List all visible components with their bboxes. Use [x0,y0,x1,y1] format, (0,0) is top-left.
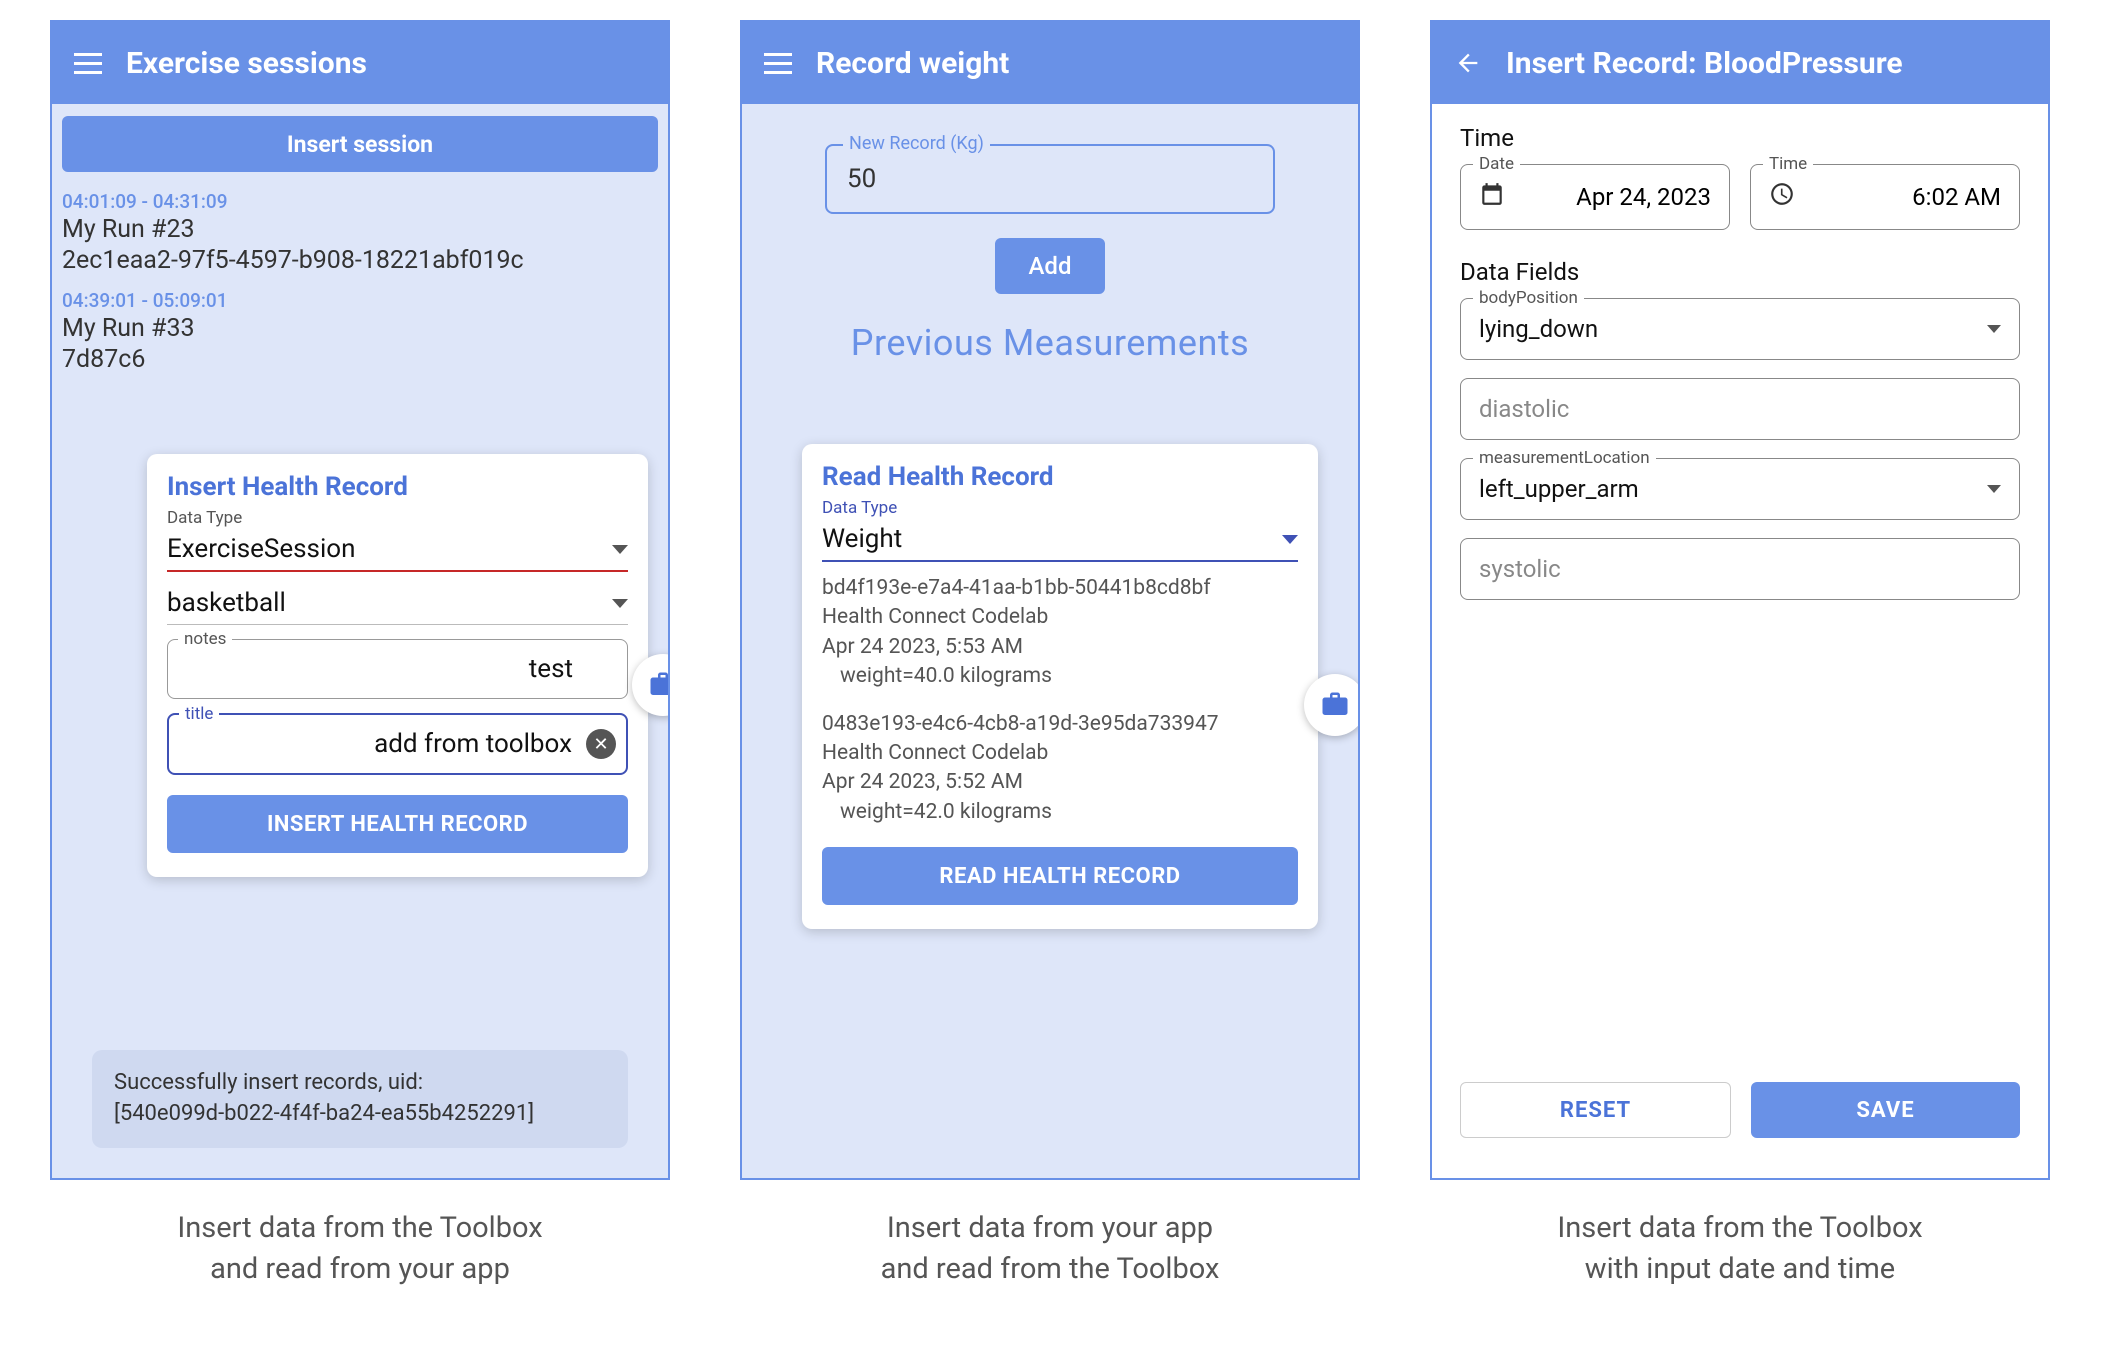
data-type-select[interactable]: ExerciseSession [167,530,628,572]
data-type-label: Data Type [822,498,1298,518]
caption-2: Insert data from your app and read from … [881,1208,1220,1289]
appbar-title: Exercise sessions [126,46,367,81]
previous-measurements-title: Previous Measurements [851,322,1249,364]
session-uid: 7d87c6 [62,345,658,374]
record-block: 0483e193-e4c6-4cb8-a19d-3e95da733947 Hea… [822,710,1298,828]
new-record-field[interactable]: New Record (Kg) 50 [825,144,1275,214]
session-item[interactable]: 04:01:09 - 04:31:09 My Run #23 2ec1eaa2-… [62,190,658,275]
notes-field[interactable]: notes test [167,639,628,699]
exercise-type-value: basketball [167,588,286,618]
data-type-select[interactable]: Weight [822,520,1298,562]
new-record-value: 50 [847,164,876,194]
add-button[interactable]: Add [995,238,1106,294]
measurement-location-select[interactable]: measurementLocation left_upper_arm [1460,458,2020,520]
read-health-record-card: Read Health Record Data Type Weight bd4f… [802,444,1318,929]
session-title: My Run #23 [62,215,658,244]
screen3-body: Time Date Apr 24, 2023 Time [1432,104,2048,1178]
chevron-down-icon [612,545,628,554]
body-position-select[interactable]: bodyPosition lying_down [1460,298,2020,360]
chevron-down-icon [1987,325,2001,333]
insert-health-record-button[interactable]: INSERT HEALTH RECORD [167,795,628,853]
caption-3: Insert data from the Toolbox with input … [1557,1208,1922,1289]
diastolic-placeholder: diastolic [1479,395,1569,423]
menu-icon[interactable] [762,47,794,79]
time-label: Time [1763,154,1813,174]
chevron-down-icon [612,599,628,608]
calendar-icon [1479,181,1505,213]
data-type-value: ExerciseSession [167,534,356,564]
card-title: Insert Health Record [167,472,628,502]
appbar-title: Insert Record: BloodPressure [1506,46,1903,81]
data-type-label: Data Type [167,508,628,528]
time-value: 6:02 AM [1912,183,2001,211]
body-position-value: lying_down [1479,315,1598,343]
menu-icon[interactable] [72,47,104,79]
date-field[interactable]: Date Apr 24, 2023 [1460,164,1730,230]
notes-value: test [182,654,613,684]
diastolic-field[interactable]: diastolic [1460,378,2020,440]
snackbar-line1: Successfully insert records, uid: [114,1068,606,1099]
record-id: bd4f193e-e7a4-41aa-b1bb-50441b8cd8bf [822,574,1298,603]
record-val: weight=40.0 kilograms [822,662,1298,691]
briefcase-icon [648,670,670,700]
snackbar: Successfully insert records, uid: [540e0… [92,1050,628,1148]
session-time: 04:01:09 - 04:31:09 [62,190,658,213]
briefcase-icon [1320,690,1350,720]
body-position-label: bodyPosition [1473,288,1584,308]
clock-icon [1769,181,1795,213]
record-ts: Apr 24 2023, 5:52 AM [822,768,1298,797]
notes-label: notes [178,629,232,649]
chevron-down-icon [1282,535,1298,544]
systolic-placeholder: systolic [1479,555,1561,583]
screen1-body: Insert session 04:01:09 - 04:31:09 My Ru… [52,104,668,1178]
insert-session-button[interactable]: Insert session [62,116,658,172]
card-title: Read Health Record [822,462,1298,492]
title-value: add from toolbox [183,729,612,759]
caption-1: Insert data from the Toolbox and read fr… [177,1208,542,1289]
app-bar: Insert Record: BloodPressure [1432,22,2048,104]
appbar-title: Record weight [816,46,1009,81]
screen-insert-bloodpressure: Insert Record: BloodPressure Time Date A… [1430,20,2050,1180]
record-app: Health Connect Codelab [822,603,1298,632]
new-record-label: New Record (Kg) [843,133,990,154]
back-icon[interactable] [1452,47,1484,79]
measurement-location-label: measurementLocation [1473,448,1656,468]
record-block: bd4f193e-e7a4-41aa-b1bb-50441b8cd8bf Hea… [822,574,1298,692]
toolbox-fab[interactable] [1304,674,1360,736]
session-time: 04:39:01 - 05:09:01 [62,289,658,312]
screen-exercise-sessions: Exercise sessions Insert session 04:01:0… [50,20,670,1180]
title-label: title [179,704,219,724]
app-bar: Exercise sessions [52,22,668,104]
exercise-type-select[interactable]: basketball [167,584,628,625]
reset-button[interactable]: RESET [1460,1082,1731,1138]
date-value: Apr 24, 2023 [1576,183,1711,211]
time-field[interactable]: Time 6:02 AM [1750,164,2020,230]
record-id: 0483e193-e4c6-4cb8-a19d-3e95da733947 [822,710,1298,739]
measurement-location-value: left_upper_arm [1479,475,1639,503]
bottom-bar: RESET SAVE [1460,1062,2020,1158]
data-fields-section-label: Data Fields [1460,258,2020,286]
save-button[interactable]: SAVE [1751,1082,2020,1138]
date-label: Date [1473,154,1520,174]
title-field[interactable]: title add from toolbox ✕ [167,713,628,775]
data-type-value: Weight [822,524,902,554]
session-title: My Run #33 [62,314,658,343]
time-section-label: Time [1460,124,2020,152]
systolic-field[interactable]: systolic [1460,538,2020,600]
record-val: weight=42.0 kilograms [822,798,1298,827]
record-ts: Apr 24 2023, 5:53 AM [822,633,1298,662]
session-item[interactable]: 04:39:01 - 05:09:01 My Run #33 7d87c6 [62,289,658,374]
insert-health-record-card: Insert Health Record Data Type ExerciseS… [147,454,648,877]
chevron-down-icon [1987,485,2001,493]
session-uid: 2ec1eaa2-97f5-4597-b908-18221abf019c [62,246,658,275]
app-bar: Record weight [742,22,1358,104]
snackbar-line2: [540e099d-b022-4f4f-ba24-ea55b4252291] [114,1099,606,1130]
clear-icon[interactable]: ✕ [586,729,616,759]
screen-record-weight: Record weight New Record (Kg) 50 Add Pre… [740,20,1360,1180]
read-health-record-button[interactable]: READ HEALTH RECORD [822,847,1298,905]
record-app: Health Connect Codelab [822,739,1298,768]
screen2-body: New Record (Kg) 50 Add Previous Measurem… [742,104,1358,1178]
